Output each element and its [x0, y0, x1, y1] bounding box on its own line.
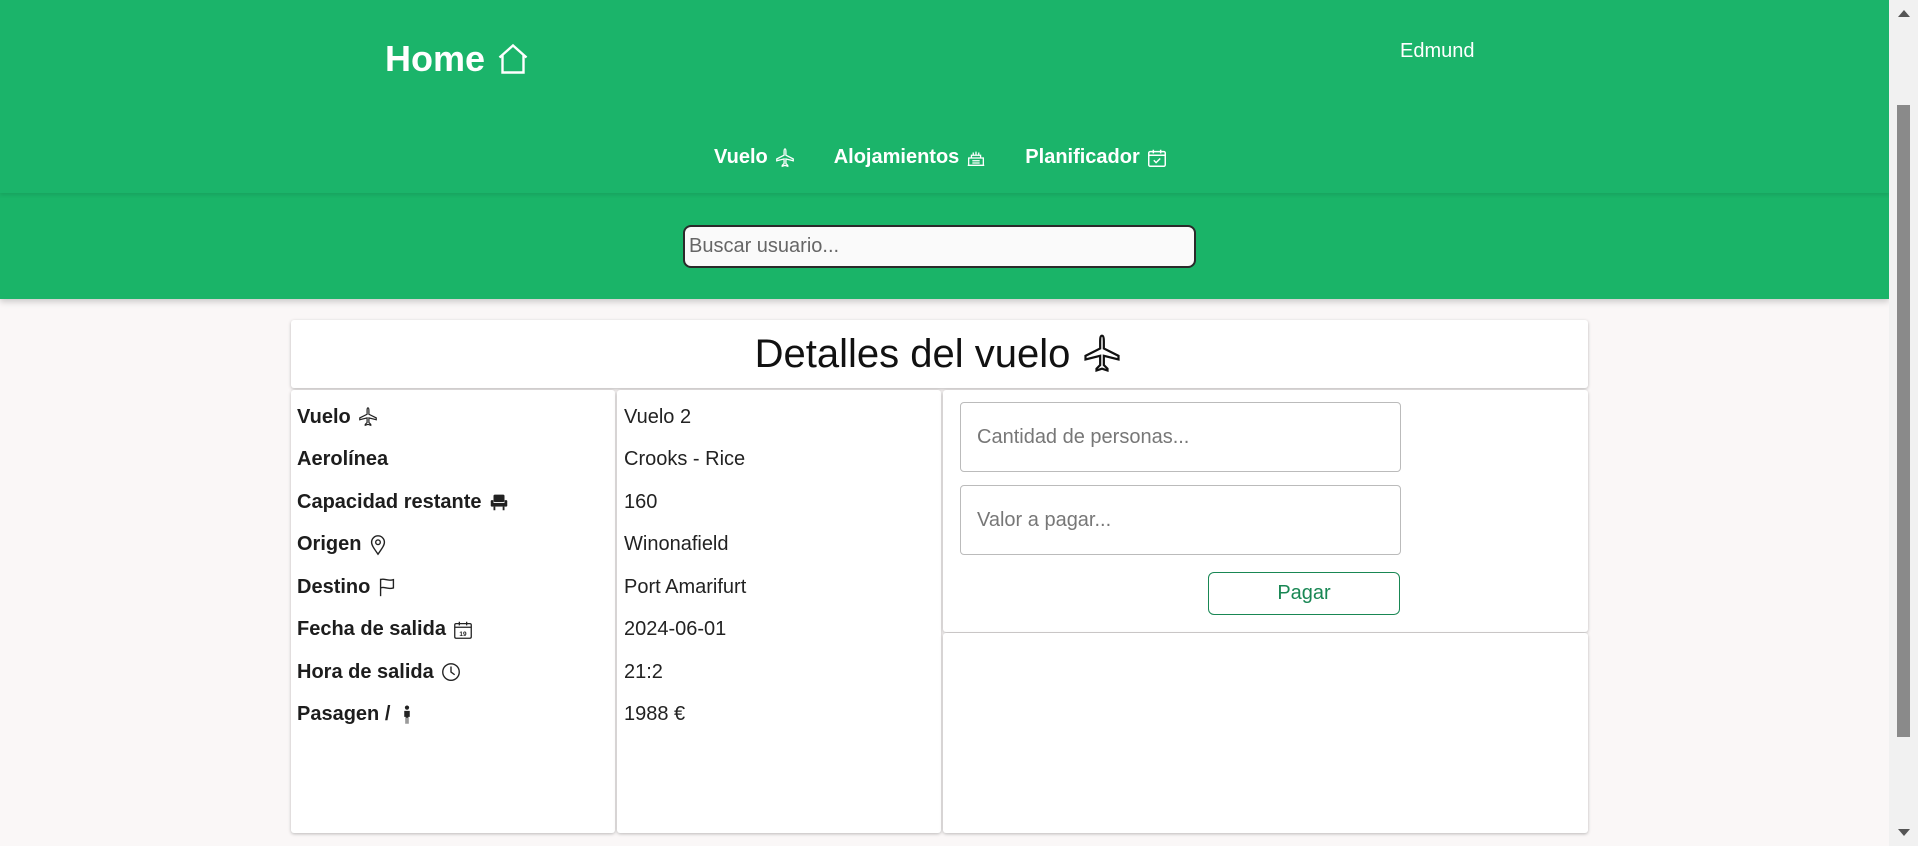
detail-label-text: Capacidad restante — [297, 490, 482, 513]
detail-label-origen: Origen — [291, 524, 615, 567]
detail-label-capacidad: Capacidad restante — [291, 481, 615, 524]
nav-item-label: Alojamientos — [833, 146, 960, 168]
top-header: Home Edmund Vuelo Alojamientos Planifica… — [0, 0, 1889, 299]
detail-label-text: Aerolínea — [297, 448, 389, 471]
detail-label-aerolinea: Aerolínea — [291, 439, 615, 482]
details-labels: Vuelo Aerolínea Capacidad restante Orige… — [291, 390, 615, 833]
calendar-check-icon — [1147, 149, 1166, 167]
detail-label-text: Destino — [297, 575, 371, 598]
detail-value-capacidad: 160 — [624, 490, 658, 513]
airplane-icon — [358, 407, 377, 427]
house-icon — [498, 43, 528, 74]
detail-label-text: Pasagen / — [297, 703, 391, 726]
detail-value-fecha: 2024-06-01 — [624, 618, 727, 641]
scrollbar-thumb[interactable] — [1897, 105, 1910, 737]
page-title: Detalles del vuelo — [755, 332, 1125, 377]
flag-icon — [380, 578, 395, 597]
detail-label-text: Origen — [297, 533, 362, 556]
detail-value-pasagen: 1988 € — [624, 703, 686, 726]
detail-label-text: Vuelo — [297, 405, 351, 428]
amount-input[interactable] — [960, 485, 1401, 555]
search-input[interactable] — [683, 225, 1196, 268]
nav-item-alojamientos[interactable]: Alojamientos — [834, 146, 988, 169]
detail-value-vuelo: Vuelo 2 — [624, 405, 692, 428]
payment-panel-empty — [943, 633, 1588, 833]
nav-item-label: Planificador — [1025, 146, 1140, 168]
details-values: Vuelo 2 Crooks - Rice 160 Winonafield Po… — [617, 390, 941, 833]
detail-label-pasagen: Pasagen / — [291, 694, 615, 737]
detail-label-destino: Destino — [291, 566, 615, 609]
scroll-up-arrow-icon[interactable] — [1898, 10, 1910, 17]
airplane-icon — [1084, 334, 1120, 373]
main-nav: Vuelo Alojamientos Planificador — [714, 146, 1168, 169]
airplane-icon — [775, 147, 794, 167]
detail-value-destino: Port Amarifurt — [624, 575, 747, 598]
scroll-down-arrow-icon[interactable] — [1898, 829, 1910, 836]
detail-label-hora: Hora de salida — [291, 651, 615, 694]
detail-label-vuelo: Vuelo — [291, 396, 615, 439]
detail-value-aerolinea: Crooks - Rice — [624, 448, 746, 471]
map-pin-icon — [371, 534, 386, 556]
detail-value-origen: Winonafield — [624, 533, 729, 556]
detail-value-hora: 21:2 — [624, 660, 663, 683]
seat-icon — [490, 494, 507, 511]
person-icon — [404, 705, 411, 724]
user-name[interactable]: Edmund — [1400, 40, 1475, 63]
pay-button[interactable]: Pagar — [1208, 572, 1400, 615]
people-count-input[interactable] — [960, 402, 1401, 472]
nav-item-planificador[interactable]: Planificador — [1025, 146, 1167, 169]
nav-item-label: Vuelo — [714, 146, 768, 168]
hotel-icon — [968, 151, 985, 166]
clock-icon — [441, 663, 460, 682]
brand-label: Home — [385, 38, 486, 79]
vertical-scrollbar[interactable] — [1889, 0, 1918, 846]
page-title-text: Detalles del vuelo — [754, 331, 1071, 376]
payment-form: Pagar — [943, 390, 1588, 632]
calendar-icon: 19 — [454, 621, 472, 639]
title-card: Detalles del vuelo — [291, 320, 1588, 388]
detail-label-text: Hora de salida — [297, 660, 434, 683]
svg-text:19: 19 — [459, 631, 467, 638]
detail-label-fecha: Fecha de salida 19 — [291, 609, 615, 652]
detail-label-text: Fecha de salida — [297, 618, 446, 641]
home-link[interactable]: Home — [385, 38, 531, 80]
nav-item-vuelo[interactable]: Vuelo — [714, 146, 796, 169]
